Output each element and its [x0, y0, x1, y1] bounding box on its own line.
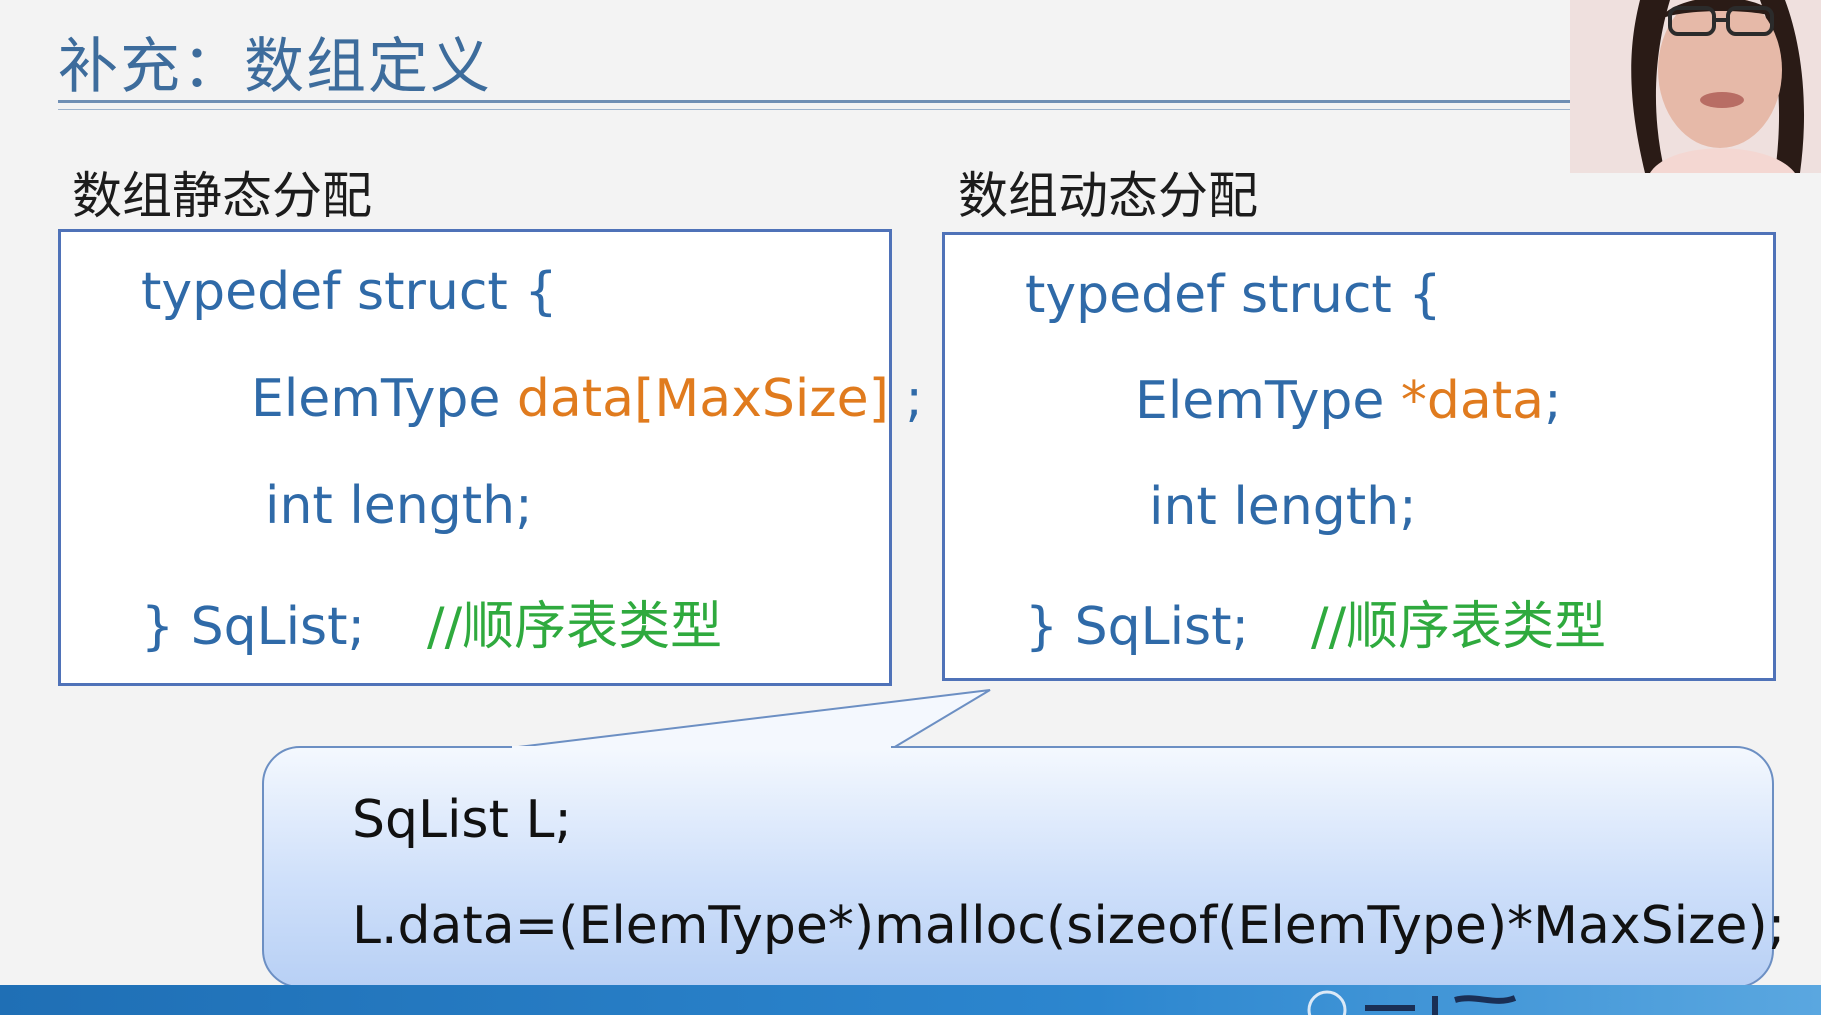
- code-field-highlight: *data: [1400, 371, 1545, 431]
- code-line-sqlist: } SqList; //顺序表类型: [1025, 584, 1606, 659]
- static-allocation-heading: 数组静态分配: [72, 167, 372, 225]
- slide-title: 补充：数组定义: [58, 32, 492, 102]
- title-divider: [58, 100, 1570, 103]
- title-divider-thin: [58, 109, 1570, 110]
- code-line-length: int length;: [1149, 477, 1417, 537]
- callout-line-malloc: L.data=(ElemType*)malloc(sizeof(ElemType…: [352, 896, 1786, 956]
- code-type: ElemType: [251, 369, 517, 429]
- code-line-length: int length;: [265, 476, 533, 536]
- presenter-icon: [1570, 0, 1821, 173]
- code-semicolon: ;: [888, 369, 923, 429]
- code-comment: //顺序表类型: [1311, 597, 1607, 657]
- code-field-highlight: data[MaxSize]: [516, 369, 889, 429]
- dynamic-code-box: typedef struct { ElemType *data; int len…: [942, 232, 1776, 681]
- code-type: ElemType: [1135, 371, 1401, 431]
- callout-line-declaration: SqList L;: [352, 790, 572, 850]
- callout-seam: [512, 746, 891, 750]
- code-line-typedef: typedef struct {: [141, 262, 558, 322]
- code-line-typedef: typedef struct {: [1025, 265, 1442, 325]
- callout-bubble: SqList L; L.data=(ElemType*)malloc(sizeo…: [262, 746, 1785, 988]
- code-comment: //顺序表类型: [427, 597, 723, 657]
- code-struct-close: } SqList;: [1025, 597, 1250, 657]
- static-code-box: typedef struct { ElemType data[MaxSize] …: [58, 229, 923, 686]
- code-line-sqlist: } SqList; //顺序表类型: [141, 584, 722, 659]
- code-line-data-field: ElemType data[MaxSize] ;: [251, 369, 923, 429]
- dynamic-allocation-heading: 数组动态分配: [958, 167, 1258, 225]
- university-logo-icon: [1307, 990, 1517, 1015]
- code-struct-close: } SqList;: [141, 597, 366, 657]
- code-line-data-pointer: ElemType *data;: [1135, 371, 1562, 431]
- code-semicolon: ;: [1544, 371, 1562, 431]
- presenter-webcam-feed: [1570, 0, 1821, 173]
